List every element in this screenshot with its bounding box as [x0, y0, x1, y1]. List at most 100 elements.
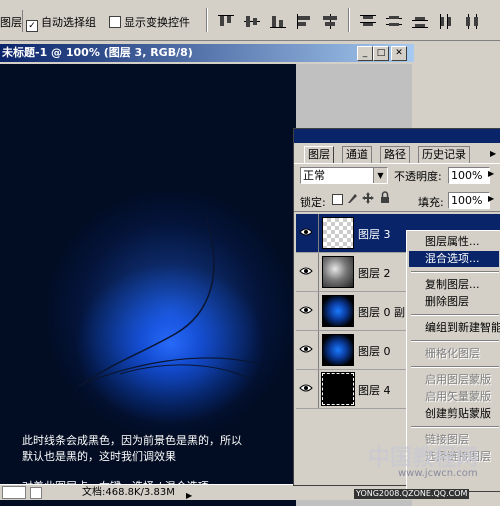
- auto-select-checkbox[interactable]: ✓ 自动选择组: [26, 14, 96, 32]
- lock-brush-icon[interactable]: [346, 192, 358, 204]
- divider: [294, 211, 500, 212]
- layer-thumbnail: [321, 372, 355, 406]
- image-canvas[interactable]: 此时线条会成黑色，因为前景色是黑的，所以 默认也是黑的，这时我们调效果 对着此图…: [0, 64, 296, 506]
- layer-name: 图层 4: [358, 384, 391, 397]
- opacity-field[interactable]: 100%: [448, 167, 490, 184]
- align-bottom-icon: [270, 16, 286, 28]
- maximize-button[interactable]: □: [373, 46, 389, 61]
- tab-layers[interactable]: 图层: [304, 146, 334, 163]
- chevron-down-icon: ▼: [373, 168, 387, 183]
- blend-mode-value: 正常: [303, 169, 325, 182]
- watermark-url: www.jcwcn.com: [398, 468, 478, 479]
- lock-all-icon[interactable]: [380, 191, 390, 204]
- palette-tabs: 图层 通道 路径 历史记录 ▶: [294, 143, 500, 163]
- distribute-top-button[interactable]: [356, 10, 380, 32]
- checkbox-icon[interactable]: ✓: [26, 20, 38, 32]
- visibility-toggle[interactable]: [296, 214, 319, 252]
- eye-icon: [299, 345, 313, 353]
- fill-label: 填充:: [418, 196, 444, 209]
- menu-separator: [411, 426, 499, 428]
- zoom-field[interactable]: [2, 486, 26, 499]
- visibility-toggle[interactable]: [296, 253, 319, 291]
- palette-title-bar[interactable]: [294, 129, 500, 143]
- show-transform-label: 显示变换控件: [124, 16, 190, 29]
- lock-move-icon[interactable]: [362, 192, 374, 204]
- menu-separator: [411, 366, 499, 368]
- distribute-left-button[interactable]: [434, 10, 458, 32]
- opacity-label: 不透明度:: [394, 170, 442, 183]
- align-vertical-centers-button[interactable]: [240, 10, 264, 32]
- blend-mode-select[interactable]: 正常 ▼: [300, 167, 388, 184]
- fill-arrow-icon[interactable]: ▶: [488, 194, 494, 203]
- align-left-edges-button[interactable]: [292, 10, 316, 32]
- tab-history[interactable]: 历史记录: [418, 146, 470, 163]
- eye-icon: [299, 384, 313, 392]
- document-size: 文档:468.8K/3.83M: [82, 487, 175, 498]
- layer-thumbnail: [322, 217, 354, 249]
- separator: [22, 10, 23, 32]
- show-transform-checkbox[interactable]: 显示变换控件: [109, 14, 190, 30]
- annotation-line-1: 此时线条会成黑色，因为前景色是黑的，所以: [22, 434, 242, 447]
- align-hcenter-icon: [323, 14, 337, 29]
- menu-item-layer-properties[interactable]: 图层属性...: [425, 234, 480, 250]
- close-button[interactable]: ✕: [391, 46, 407, 61]
- layer-name: 图层 0: [358, 345, 391, 358]
- layer-thumbnail: [322, 295, 354, 327]
- status-icon: [30, 487, 42, 499]
- minimize-button[interactable]: _: [357, 46, 373, 61]
- layer-thumbnail: [322, 256, 354, 288]
- align-vcenter-icon: [244, 16, 260, 27]
- visibility-toggle[interactable]: [296, 331, 319, 369]
- layer-name: 图层 0 副: [358, 306, 405, 319]
- options-bar: 图层 ✓ 自动选择组 显示变换控件: [0, 0, 500, 41]
- align-bottom-edges-button[interactable]: [266, 10, 290, 32]
- layer-thumbnail: [322, 334, 354, 366]
- opacity-arrow-icon[interactable]: ▶: [488, 169, 494, 178]
- menu-separator: [411, 314, 499, 316]
- menu-separator: [411, 271, 499, 273]
- fill-field[interactable]: 100%: [448, 192, 490, 209]
- tab-channels[interactable]: 通道: [342, 146, 372, 163]
- visibility-toggle[interactable]: [296, 370, 319, 408]
- layer-name: 图层 3: [358, 228, 391, 241]
- status-menu-arrow-icon[interactable]: ▶: [186, 488, 192, 503]
- distribute-vcenter-button[interactable]: [382, 10, 406, 32]
- annotation-line-2: 默认也是黑的，这时我们调效果: [22, 450, 176, 463]
- document-title-bar[interactable]: 未标题-1 @ 100% (图层 3, RGB/8): [0, 44, 414, 62]
- distribute-vcenter-icon: [386, 16, 402, 26]
- menu-item-blending-options[interactable]: 混合选项...: [409, 251, 499, 267]
- eye-icon: [299, 228, 313, 236]
- menu-item-create-clipping-mask[interactable]: 创建剪贴蒙版: [425, 406, 491, 422]
- watermark-tag: YONG2008.QZONE.QQ.COM: [354, 489, 470, 499]
- separator: [206, 8, 208, 32]
- align-horizontal-centers-button[interactable]: [318, 10, 342, 32]
- distribute-hcenter-button[interactable]: [460, 10, 484, 32]
- menu-item-enable-vector-mask: 启用矢量蒙版: [425, 390, 491, 403]
- distribute-bottom-icon: [412, 17, 428, 28]
- divider: [294, 163, 500, 164]
- eye-icon: [299, 267, 313, 275]
- align-left-icon: [297, 14, 310, 29]
- tab-paths[interactable]: 路径: [380, 146, 410, 163]
- menu-item-duplicate-layer[interactable]: 复制图层...: [425, 277, 480, 293]
- lock-label: 锁定:: [300, 196, 326, 209]
- menu-separator: [411, 340, 499, 342]
- visibility-toggle[interactable]: [296, 292, 319, 330]
- menu-item-rasterize-layer: 栅格化图层: [425, 347, 480, 360]
- lock-transparent-icon[interactable]: [332, 194, 343, 205]
- checkbox-icon[interactable]: [109, 16, 121, 28]
- separator: [348, 8, 350, 32]
- menu-item-group-smart-object[interactable]: 编组到新建智能: [425, 320, 500, 336]
- align-top-edges-button[interactable]: [214, 10, 238, 32]
- menu-item-delete-layer[interactable]: 删除图层: [425, 294, 469, 310]
- fill-value: 100%: [451, 194, 483, 207]
- eye-icon: [299, 306, 313, 314]
- distribute-left-icon: [440, 14, 451, 29]
- layer-select-label: 图层: [0, 16, 22, 29]
- palette-menu-icon[interactable]: ▶: [490, 149, 496, 158]
- menu-item-enable-layer-mask: 启用图层蒙版: [425, 373, 491, 386]
- auto-select-label: 自动选择组: [41, 16, 96, 29]
- document-title: 未标题-1 @ 100% (图层 3, RGB/8): [2, 46, 193, 59]
- distribute-top-icon: [360, 15, 376, 26]
- distribute-bottom-button[interactable]: [408, 10, 432, 32]
